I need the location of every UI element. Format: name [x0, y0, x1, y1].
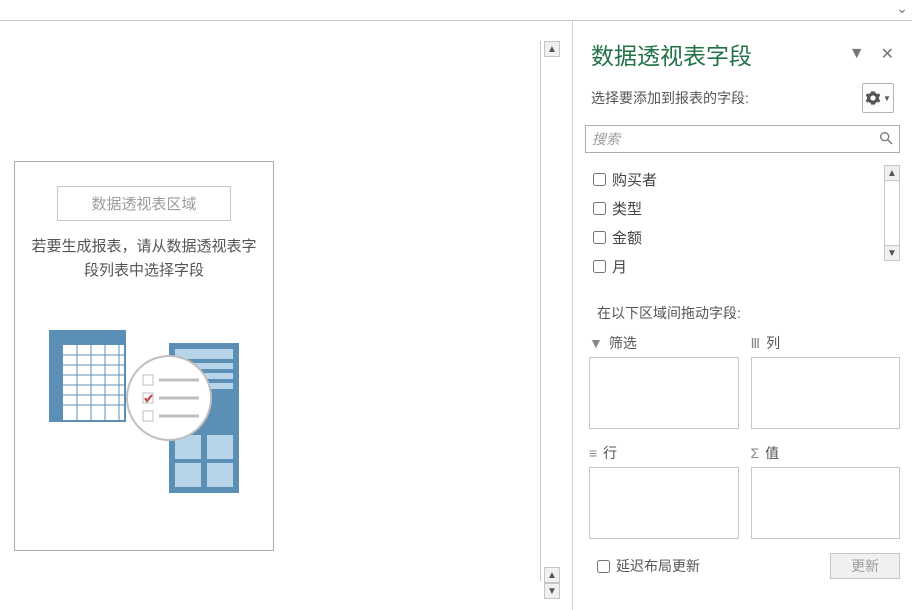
search-icon[interactable] [878, 130, 894, 149]
scroll-down-icon[interactable]: ▼ [544, 583, 560, 599]
vertical-scrollbar-top[interactable]: ▲ [544, 41, 560, 57]
area-values: Σ值 [751, 443, 901, 539]
field-label: 类型 [612, 198, 642, 219]
chevron-down-icon: ▼ [883, 94, 891, 103]
ribbon-collapse-icon[interactable]: ⌄ [896, 0, 908, 17]
search-input[interactable] [585, 125, 900, 153]
pivot-fields-taskpane: 数据透视表字段 ▼ ✕ 选择要添加到报表的字段: ▼ 购买者 类型 金额 月 [572, 21, 912, 610]
rows-dropzone[interactable] [589, 467, 739, 539]
close-icon[interactable]: ✕ [881, 44, 894, 64]
defer-layout-checkbox[interactable] [597, 560, 610, 573]
area-columns: Ⅲ列 [751, 333, 901, 429]
worksheet-area: 数据透视表区域 若要生成报表，请从数据透视表字 段列表中选择字段 [0, 21, 570, 610]
field-label: 购买者 [612, 169, 657, 190]
columns-icon: Ⅲ [751, 335, 761, 352]
field-checkbox[interactable] [593, 231, 606, 244]
vertical-scrollbar-bottom[interactable]: ▲ ▼ [544, 567, 560, 599]
gear-icon [865, 90, 881, 106]
area-columns-label: 列 [766, 333, 780, 353]
field-list-scrollbar[interactable]: ▲ ▼ [884, 165, 900, 261]
worksheet[interactable]: 数据透视表区域 若要生成报表，请从数据透视表字 段列表中选择字段 [0, 41, 541, 581]
field-item[interactable]: 购买者 [585, 165, 900, 194]
field-label: 金额 [612, 227, 642, 248]
defer-layout-label: 延迟布局更新 [616, 556, 700, 576]
field-list: 购买者 类型 金额 月 ▲ ▼ [585, 165, 900, 281]
taskpane-dropdown-icon[interactable]: ▼ [849, 45, 865, 63]
columns-dropzone[interactable] [751, 357, 901, 429]
pivot-table-placeholder[interactable]: 数据透视表区域 若要生成报表，请从数据透视表字 段列表中选择字段 [14, 161, 274, 551]
scroll-down-icon[interactable]: ▼ [884, 245, 900, 261]
filter-icon: ▼ [589, 335, 603, 351]
field-checkbox[interactable] [593, 260, 606, 273]
tools-button[interactable]: ▼ [862, 83, 894, 113]
area-filter-label: 筛选 [609, 333, 637, 353]
area-values-label: 值 [765, 443, 779, 463]
taskpane-title: 数据透视表字段 [591, 37, 752, 71]
pivot-area-title: 数据透视表区域 [57, 186, 231, 221]
area-rows-label: 行 [603, 443, 617, 463]
area-rows: ≡行 [589, 443, 739, 539]
scroll-up-icon[interactable]: ▲ [884, 165, 900, 181]
scroll-up-icon[interactable]: ▲ [544, 41, 560, 57]
update-button[interactable]: 更新 [830, 553, 900, 579]
ribbon-collapse-bar: ⌄ [0, 0, 912, 21]
field-item[interactable]: 金额 [585, 223, 900, 252]
pivot-area-description: 若要生成报表，请从数据透视表字 段列表中选择字段 [27, 235, 261, 283]
field-checkbox[interactable] [593, 202, 606, 215]
values-dropzone[interactable] [751, 467, 901, 539]
field-label: 月 [612, 256, 627, 277]
area-filter: ▼ 筛选 [589, 333, 739, 429]
scrollbar-track[interactable] [884, 181, 900, 245]
scroll-up-icon[interactable]: ▲ [544, 567, 560, 583]
rows-icon: ≡ [589, 445, 597, 461]
taskpane-subtitle: 选择要添加到报表的字段: [591, 88, 749, 108]
drag-hint: 在以下区域间拖动字段: [597, 303, 912, 323]
field-item[interactable]: 月 [585, 252, 900, 281]
field-checkbox[interactable] [593, 173, 606, 186]
pivot-illustration [27, 323, 261, 493]
filter-dropzone[interactable] [589, 357, 739, 429]
values-icon: Σ [751, 445, 760, 461]
field-item[interactable]: 类型 [585, 194, 900, 223]
